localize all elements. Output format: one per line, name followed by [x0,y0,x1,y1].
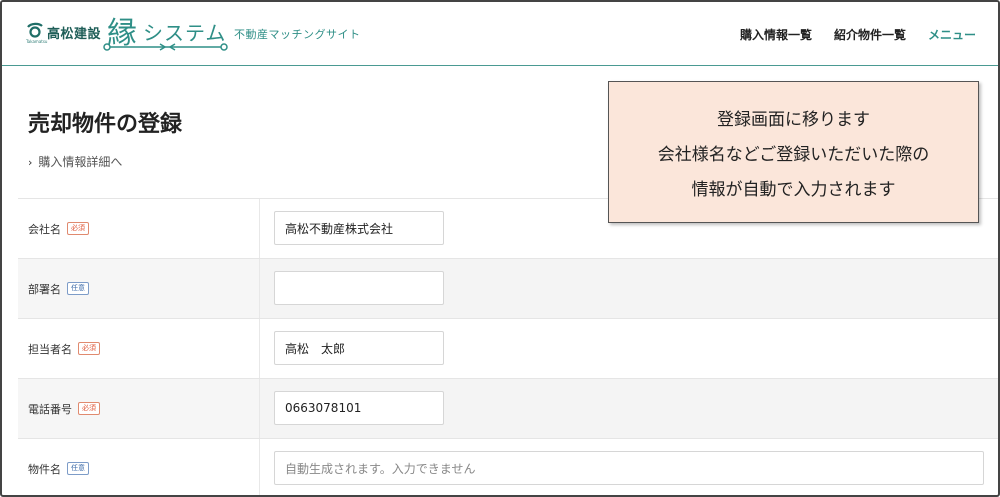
back-to-purchase-detail-link[interactable]: › 購入情報詳細へ [28,153,122,170]
form-row-department: 部署名 任意 [18,258,998,318]
field-label: 部署名 任意 [18,259,260,318]
optional-badge: 任意 [67,462,89,475]
required-badge: 必須 [78,402,100,415]
header-nav: 購入情報一覧 紹介物件一覧 メニュー [740,26,976,43]
page-title: 売却物件の登録 [28,112,183,137]
form-row-phone: 電話番号 必須 0663078101 [18,378,998,438]
field-label: 電話番号 必須 [18,379,260,438]
property-name-input[interactable]: 自動生成されます。入力できません [274,451,984,485]
field-label-text: 会社名 [28,222,61,236]
required-badge: 必須 [67,222,89,235]
field-label: 物件名 任意 [18,439,260,495]
form-row-contact-person: 担当者名 必須 高松 太郎 [18,318,998,378]
form-row-property-name: 物件名 任意 自動生成されます。入力できません [18,438,998,495]
field-value-cell: 高松 太郎 [260,319,998,378]
company-logo-icon [27,22,43,38]
callout-line: 情報が自動で入力されます [691,179,896,200]
department-input[interactable] [274,271,444,305]
annotation-callout: 登録画面に移ります 会社様名などご登録いただいた際の 情報が自動で入力されます [608,81,979,223]
company-name-input[interactable]: 高松不動産株式会社 [274,211,444,245]
field-label-text: 部署名 [28,282,61,296]
site-tagline: 不動産マッチングサイト [234,28,361,41]
field-label-text: 電話番号 [28,402,72,416]
system-logo-line-icon [103,43,228,51]
app-window: Takamatsu 高松建設 縁 システム 不動産マッチングサイト 購入情報一覧… [0,0,1000,497]
phone-number-input[interactable]: 0663078101 [274,391,444,425]
field-label: 会社名 必須 [18,199,260,258]
required-badge: 必須 [78,342,100,355]
company-name[interactable]: 高松建設 [47,23,101,42]
optional-badge: 任意 [67,282,89,295]
nav-menu[interactable]: メニュー [928,26,976,43]
field-value-cell: 0663078101 [260,379,998,438]
field-label-text: 担当者名 [28,342,72,356]
nav-purchase-info-list[interactable]: 購入情報一覧 [740,26,812,43]
back-link-label: 購入情報詳細へ [38,155,123,169]
site-header: Takamatsu 高松建設 縁 システム 不動産マッチングサイト 購入情報一覧… [2,2,998,66]
field-value-cell [260,259,998,318]
field-value-cell: 自動生成されます。入力できません [260,439,998,495]
logo-subtext: Takamatsu [26,39,48,44]
contact-person-input[interactable]: 高松 太郎 [274,331,444,365]
field-label: 担当者名 必須 [18,319,260,378]
field-label-text: 物件名 [28,462,61,476]
property-registration-form: 会社名 必須 高松不動産株式会社 部署名 任意 担当者名 必須 高松 太郎 電話… [18,198,998,495]
callout-line: 会社様名などご登録いただいた際の [657,144,930,165]
nav-introduced-property-list[interactable]: 紹介物件一覧 [834,26,906,43]
callout-line: 登録画面に移ります [717,109,870,130]
chevron-right-icon: › [28,156,33,169]
